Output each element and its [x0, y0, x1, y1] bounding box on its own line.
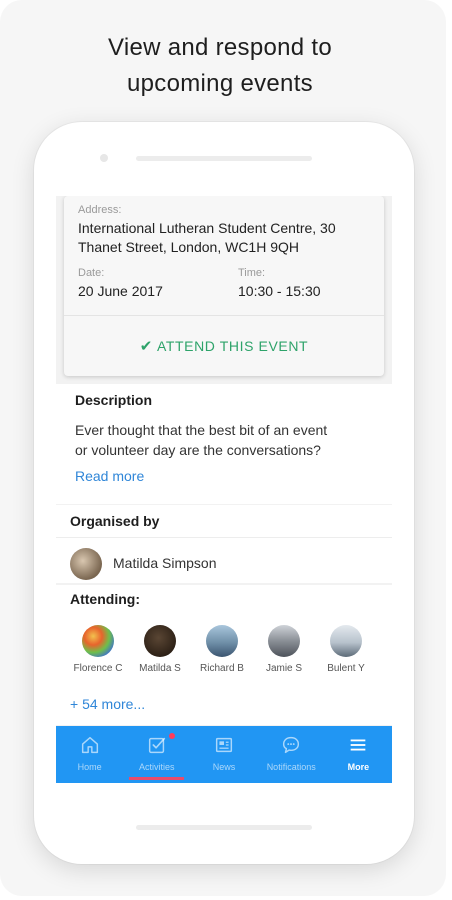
attendee-avatar — [206, 625, 238, 657]
checkmark-icon: ✔ — [139, 338, 153, 355]
marketing-headline: View and respond to upcoming events — [0, 30, 440, 102]
attendee-item[interactable]: Jamie S — [254, 625, 314, 674]
address-label: Address: — [78, 204, 122, 216]
tab-home-label: Home — [77, 762, 102, 772]
home-icon — [81, 736, 98, 754]
date-value: 20 June 2017 — [78, 283, 163, 299]
attending-section: Attending: Florence C Matilda S Richard … — [56, 585, 392, 725]
address-line-2: Thanet Street, London, WC1H 9QH — [78, 239, 299, 255]
read-more-link[interactable]: Read more — [75, 468, 144, 484]
tab-news-label: News — [212, 762, 236, 772]
phone-home-indicator — [136, 825, 312, 830]
date-label: Date: — [78, 267, 105, 279]
organiser-name[interactable]: Matilda Simpson — [113, 555, 217, 571]
news-icon — [215, 737, 233, 753]
organiser-title: Organised by — [70, 513, 160, 529]
phone-speaker — [136, 156, 312, 161]
attend-event-label: ATTEND THIS EVENT — [156, 338, 309, 354]
attendee-avatar — [82, 625, 114, 657]
attendee-name: Florence C — [73, 663, 123, 674]
bottom-tab-bar: Home Activities News Notifications More — [56, 726, 392, 783]
attendee-avatar — [144, 625, 176, 657]
phone-frame: Address: International Lutheran Student … — [34, 122, 414, 864]
notification-badge — [169, 733, 176, 739]
description-line-2: or volunteer day are the conversations? — [75, 442, 321, 458]
attendee-avatar — [330, 625, 362, 657]
tab-more[interactable]: More — [325, 726, 392, 783]
attendee-name: Richard B — [200, 663, 244, 674]
tab-activities[interactable]: Activities — [123, 726, 190, 783]
event-info-card: Address: International Lutheran Student … — [64, 196, 384, 376]
description-title: Description — [75, 392, 153, 408]
headline-line-2: upcoming events — [127, 70, 313, 97]
tab-news[interactable]: News — [190, 726, 257, 783]
chat-bubble-icon — [283, 736, 300, 754]
menu-icon — [351, 739, 366, 751]
attendee-item[interactable]: Bulent Y — [316, 625, 376, 674]
headline-line-1: View and respond to — [107, 34, 333, 61]
time-value: 10:30 - 15:30 — [238, 283, 321, 299]
attendee-name: Matilda S — [139, 663, 181, 674]
time-label: Time: — [238, 267, 266, 279]
phone-camera — [100, 154, 108, 162]
attend-event-button[interactable]: ✔ ATTEND THIS EVENT — [64, 316, 384, 376]
attendee-item[interactable]: Matilda S — [130, 625, 190, 674]
address-line-1: International Lutheran Student Centre, 3… — [78, 220, 336, 236]
attendee-avatar — [268, 625, 300, 657]
app-screen: Address: International Lutheran Student … — [56, 196, 392, 783]
attendee-name: Jamie S — [265, 663, 303, 674]
tab-notifications[interactable]: Notifications — [258, 726, 325, 783]
attendee-item[interactable]: Richard B — [192, 625, 252, 674]
activities-icon — [148, 737, 165, 754]
more-attendees-link[interactable]: + 54 more... — [70, 696, 145, 712]
organiser-divider — [56, 537, 392, 538]
description-line-1: Ever thought that the best bit of an eve… — [75, 422, 328, 438]
tab-more-label: More — [347, 762, 370, 772]
attendee-item[interactable]: Florence C — [68, 625, 128, 674]
active-tab-indicator — [129, 777, 185, 780]
tab-home[interactable]: Home — [56, 726, 123, 783]
description-text: Ever thought that the best bit of an eve… — [75, 420, 380, 460]
tab-activities-label: Activities — [139, 762, 175, 772]
attending-title: Attending: — [70, 591, 140, 607]
tab-notifications-label: Notifications — [266, 762, 316, 772]
attendee-name: Bulent Y — [327, 663, 365, 674]
organiser-section: Organised by Matilda Simpson — [56, 505, 392, 583]
description-section: Description Ever thought that the best b… — [56, 384, 392, 504]
organiser-avatar[interactable] — [70, 548, 102, 580]
